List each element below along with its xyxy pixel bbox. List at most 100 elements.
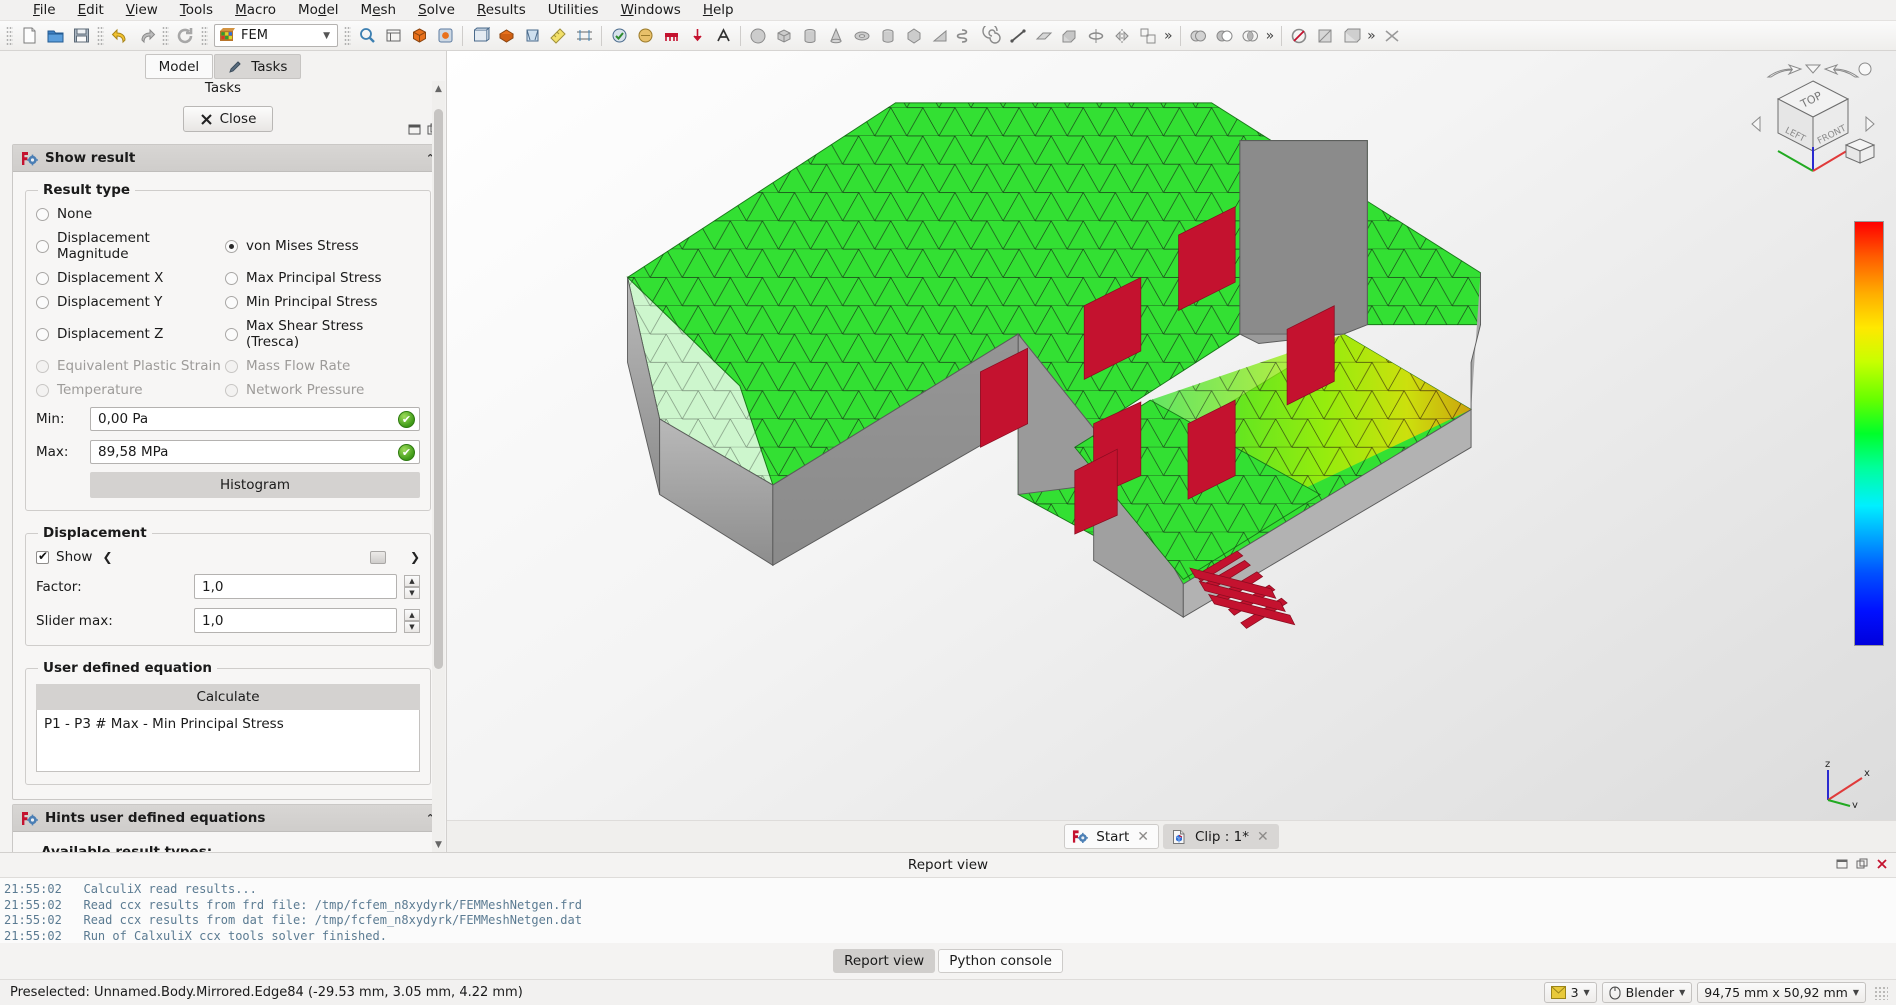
stepper-up-icon[interactable]: ▲ xyxy=(404,574,420,587)
undock-icon[interactable] xyxy=(1836,858,1848,873)
toolbar-grip-workbench[interactable] xyxy=(201,25,208,46)
new-document-icon[interactable] xyxy=(16,23,42,49)
axonometric-icon[interactable] xyxy=(406,23,432,49)
hints-header[interactable]: Hints user defined equations ⌃ xyxy=(13,805,443,832)
scroll-down-icon[interactable]: ▼ xyxy=(432,837,445,852)
redo-icon[interactable] xyxy=(133,23,159,49)
line-icon[interactable] xyxy=(1005,23,1031,49)
helix-icon[interactable] xyxy=(953,23,979,49)
show-displacement-checkbox[interactable]: Show xyxy=(36,549,92,565)
radio-min-principal-stress[interactable]: Min Principal Stress xyxy=(225,294,420,310)
analysis-icon[interactable] xyxy=(606,23,632,49)
window-size-grip[interactable] xyxy=(1874,985,1888,1000)
status-chip-view-size[interactable]: 94,75 mm x 50,92 mm ▼ xyxy=(1697,982,1866,1003)
text-icon[interactable] xyxy=(710,23,736,49)
close-button[interactable]: Close xyxy=(182,106,274,132)
close-x-icon[interactable]: ✕ xyxy=(1137,829,1149,845)
chevron-down-icon[interactable]: ▼ xyxy=(318,31,335,41)
3d-viewport[interactable]: TOP LEFT FRONT z x y xyxy=(447,51,1896,820)
navigation-cube[interactable]: TOP LEFT FRONT xyxy=(1748,59,1878,189)
slider-max-input[interactable]: 1,0 xyxy=(194,608,397,633)
radio-displacement-magnitude[interactable]: Displacement Magnitude xyxy=(36,230,221,262)
menu-windows[interactable]: Windows xyxy=(610,1,692,19)
min-input[interactable]: 0,00 Pa ✔ xyxy=(90,407,420,431)
constraint-force-icon[interactable] xyxy=(684,23,710,49)
toolbar-overflow-3[interactable]: » xyxy=(1364,28,1379,44)
status-chip-navigation-style[interactable]: Blender ▼ xyxy=(1601,982,1693,1003)
toolbar-grip[interactable] xyxy=(6,25,13,46)
scale-icon[interactable] xyxy=(1135,23,1161,49)
open-document-icon[interactable] xyxy=(42,23,68,49)
boolean-common-icon[interactable] xyxy=(1237,23,1263,49)
undo-icon[interactable] xyxy=(107,23,133,49)
view-top-icon[interactable] xyxy=(493,23,519,49)
toolbar-grip-refresh[interactable] xyxy=(162,25,169,46)
close-x-icon[interactable]: ✕ xyxy=(1257,829,1269,845)
stepper-down-icon[interactable]: ▼ xyxy=(404,620,420,633)
appearance-icon[interactable] xyxy=(432,23,458,49)
mdi-tab-clip[interactable]: Clip : 1* ✕ xyxy=(1163,824,1279,849)
torus-icon[interactable] xyxy=(849,23,875,49)
box-icon[interactable] xyxy=(771,23,797,49)
panel-tab-report-view[interactable]: Report view xyxy=(833,949,936,973)
status-chip-dimension[interactable]: 3 ▼ xyxy=(1543,982,1597,1003)
extrude-icon[interactable] xyxy=(1057,23,1083,49)
radio-max-principal-stress[interactable]: Max Principal Stress xyxy=(225,270,420,286)
plane-icon[interactable] xyxy=(1031,23,1057,49)
scrollbar-thumb[interactable] xyxy=(434,109,443,669)
navcube-small-box[interactable] xyxy=(1844,138,1876,164)
radio-max-shear-stress-tresca[interactable]: Max Shear Stress (Tresca) xyxy=(225,318,420,350)
max-input[interactable]: 89,58 MPa ✔ xyxy=(90,440,420,464)
menu-mesh[interactable]: Mesh xyxy=(350,1,408,19)
close-x-icon[interactable] xyxy=(1876,858,1888,873)
menu-solve[interactable]: Solve xyxy=(407,1,466,19)
tab-tasks[interactable]: Tasks xyxy=(214,54,302,79)
slider-handle[interactable] xyxy=(369,550,386,564)
radio-von-mises-stress[interactable]: von Mises Stress xyxy=(225,230,420,262)
constraint-fixed-icon[interactable] xyxy=(658,23,684,49)
menu-help[interactable]: Help xyxy=(692,1,745,19)
boolean-cut-icon[interactable] xyxy=(1211,23,1237,49)
equation-textarea[interactable]: P1 - P3 # Max - Min Principal Stress xyxy=(36,710,420,772)
persistent-section-icon[interactable] xyxy=(1338,23,1364,49)
menu-utilities[interactable]: Utilities xyxy=(537,1,610,19)
menu-tools[interactable]: Tools xyxy=(169,1,224,19)
chevron-right-icon[interactable]: ❯ xyxy=(410,550,420,564)
chevron-down-icon[interactable]: ▼ xyxy=(1584,988,1590,997)
calculate-button[interactable]: Calculate xyxy=(36,684,420,710)
tube-icon[interactable] xyxy=(875,23,901,49)
report-view-log[interactable]: 21:55:02 CalculiX read results... 21:55:… xyxy=(0,877,1896,943)
stepper-up-icon[interactable]: ▲ xyxy=(404,608,420,621)
save-document-icon[interactable] xyxy=(68,23,94,49)
chevron-down-icon[interactable]: ▼ xyxy=(1853,988,1859,997)
measure-icon[interactable] xyxy=(545,23,571,49)
section-cut-icon[interactable] xyxy=(1312,23,1338,49)
menu-view[interactable]: View xyxy=(115,1,169,19)
show-result-header[interactable]: Show result ⌃ xyxy=(13,145,443,172)
menu-model[interactable]: Model xyxy=(287,1,350,19)
view-front-icon[interactable] xyxy=(467,23,493,49)
stepper-down-icon[interactable]: ▼ xyxy=(404,586,420,599)
toolbar-grip-edit[interactable] xyxy=(97,25,104,46)
tab-model[interactable]: Model xyxy=(144,54,214,79)
spiral-icon[interactable] xyxy=(979,23,1005,49)
menu-edit[interactable]: Edit xyxy=(67,1,115,19)
histogram-button[interactable]: Histogram xyxy=(90,472,420,498)
chevron-down-icon[interactable]: ▼ xyxy=(1679,988,1685,997)
sphere-icon[interactable] xyxy=(745,23,771,49)
radio-displacement-z[interactable]: Displacement Z xyxy=(36,318,221,350)
wedge-icon[interactable] xyxy=(927,23,953,49)
view-right-icon[interactable] xyxy=(519,23,545,49)
menu-results[interactable]: Results xyxy=(466,1,537,19)
clipping-plane-icon[interactable] xyxy=(1286,23,1312,49)
radio-none[interactable]: None xyxy=(36,206,420,222)
dimension-icon[interactable] xyxy=(571,23,597,49)
chevron-left-icon[interactable]: ❮ xyxy=(102,550,112,564)
toolbar-grip-view[interactable] xyxy=(344,25,351,46)
more-tools-icon[interactable] xyxy=(1379,23,1405,49)
cone-icon[interactable] xyxy=(823,23,849,49)
mdi-tab-start[interactable]: Start ✕ xyxy=(1064,824,1159,849)
refresh-icon[interactable] xyxy=(172,23,198,49)
mirror-icon[interactable] xyxy=(1109,23,1135,49)
displacement-slider[interactable] xyxy=(123,550,400,564)
